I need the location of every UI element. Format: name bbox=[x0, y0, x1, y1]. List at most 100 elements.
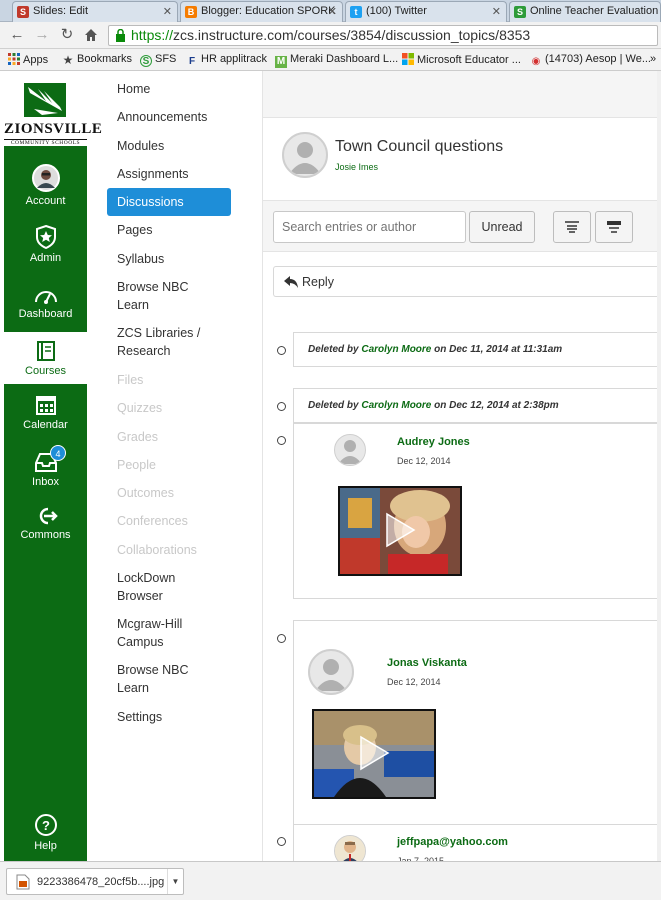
global-nav-help[interactable]: ? Help bbox=[4, 813, 87, 852]
global-nav-label: Courses bbox=[25, 365, 66, 377]
bookmark-apps[interactable]: Apps bbox=[8, 53, 48, 66]
help-icon: ? bbox=[34, 814, 57, 836]
entry-author-avatar[interactable] bbox=[334, 434, 366, 466]
browser-tab-slides[interactable]: S Slides: Edit ✕ bbox=[12, 1, 178, 22]
discussion-content: Town Council questions Josie Imes Unread… bbox=[262, 71, 661, 867]
course-nav-modules[interactable]: Modules bbox=[107, 137, 231, 155]
play-icon bbox=[360, 735, 390, 771]
topic-title: Town Council questions bbox=[335, 138, 504, 155]
bookmark-aesop[interactable]: ◉ (14703) Aesop | We... bbox=[530, 53, 651, 68]
course-nav-browse-nbc-learn-2[interactable]: Browse NBC Learn bbox=[107, 661, 207, 697]
course-nav-home[interactable]: Home bbox=[107, 80, 231, 98]
course-nav-mcgraw-hill-campus[interactable]: Mcgraw-Hill Campus bbox=[107, 615, 207, 651]
global-nav-commons[interactable]: Commons bbox=[4, 506, 87, 541]
global-nav-dashboard[interactable]: Dashboard bbox=[4, 285, 87, 320]
home-icon[interactable] bbox=[82, 26, 100, 44]
microsoft-icon bbox=[402, 53, 414, 65]
course-nav-conferences[interactable]: Conferences bbox=[107, 512, 231, 530]
course-nav-zcs-libraries[interactable]: ZCS Libraries / Research bbox=[107, 324, 217, 360]
default-avatar-icon bbox=[338, 440, 362, 464]
global-nav-account[interactable]: Account bbox=[4, 164, 87, 207]
browser-tab-teacher-eval[interactable]: S Online Teacher Evaluation bbox=[509, 1, 661, 22]
eagle-logo-icon bbox=[24, 83, 66, 117]
search-entries-input[interactable] bbox=[273, 211, 466, 243]
course-nav-discussions[interactable]: Discussions bbox=[107, 188, 231, 216]
global-nav-courses[interactable]: Courses bbox=[4, 333, 87, 383]
download-menu-caret-icon[interactable]: ▼ bbox=[167, 869, 183, 894]
entry-bullet bbox=[277, 634, 286, 643]
shield-star-icon bbox=[35, 225, 56, 249]
entry-author-name[interactable]: jeffpapa@yahoo.com bbox=[397, 836, 508, 848]
video-thumbnail[interactable] bbox=[338, 486, 462, 576]
course-nav-files[interactable]: Files bbox=[107, 371, 231, 389]
bookmark-label: SFS bbox=[155, 53, 177, 65]
global-nav-label: Calendar bbox=[23, 419, 68, 431]
course-nav-assignments[interactable]: Assignments bbox=[107, 165, 231, 183]
reload-icon[interactable]: ↻ bbox=[58, 26, 76, 44]
brand-name: ZIONSVILLE bbox=[4, 121, 103, 137]
bookmark-hr-applitrack[interactable]: F HR applitrack bbox=[186, 53, 267, 68]
course-nav-lockdown-browser[interactable]: LockDown Browser bbox=[107, 569, 207, 605]
url-protocol: https:// bbox=[131, 27, 174, 43]
expand-replies-button[interactable] bbox=[595, 211, 633, 243]
window-scroll-edge bbox=[657, 71, 661, 861]
entry-author-name[interactable]: Audrey Jones bbox=[397, 436, 470, 448]
course-nav-browse-nbc-learn[interactable]: Browse NBC Learn bbox=[107, 278, 207, 314]
deleted-entry: Deleted by Carolyn Moore on Dec 12, 2014… bbox=[293, 388, 661, 423]
apps-grid-icon bbox=[8, 53, 20, 65]
forward-arrow-icon[interactable]: → bbox=[33, 26, 51, 44]
entry-author-avatar[interactable] bbox=[308, 649, 354, 695]
course-nav-grades[interactable]: Grades bbox=[107, 428, 231, 446]
book-icon bbox=[36, 341, 55, 361]
course-nav-syllabus[interactable]: Syllabus bbox=[107, 250, 231, 268]
tab-title: Blogger: Education SPORK bbox=[201, 5, 336, 17]
url-path: zcs.instructure.com/courses/3854/discuss… bbox=[173, 27, 531, 43]
entry-bullet bbox=[277, 837, 286, 846]
topic-author-link[interactable]: Josie Imes bbox=[335, 162, 378, 172]
entry-author-name[interactable]: Jonas Viskanta bbox=[387, 657, 467, 669]
global-nav-label: Commons bbox=[20, 529, 71, 541]
course-nav-announcements[interactable]: Announcements bbox=[107, 108, 231, 126]
browser-tab-twitter[interactable]: t (100) Twitter ✕ bbox=[345, 1, 507, 22]
global-nav-admin[interactable]: Admin bbox=[4, 225, 87, 264]
global-nav-calendar[interactable]: Calendar bbox=[4, 394, 87, 431]
download-item[interactable]: 9223386478_20cf5b....jpg ▼ bbox=[6, 868, 184, 895]
course-nav-quizzes[interactable]: Quizzes bbox=[107, 399, 231, 417]
reply-arrow-icon bbox=[284, 276, 298, 288]
course-nav-people[interactable]: People bbox=[107, 456, 231, 474]
play-icon bbox=[386, 512, 416, 548]
collapse-replies-button[interactable] bbox=[553, 211, 591, 243]
deleted-by-user[interactable]: Carolyn Moore bbox=[361, 400, 431, 411]
browser-tab-blogger[interactable]: B Blogger: Education SPORK ✕ bbox=[180, 1, 343, 22]
tab-close-icon[interactable]: ✕ bbox=[328, 5, 337, 18]
collapse-lines-icon bbox=[565, 221, 579, 233]
course-nav-collaborations[interactable]: Collaborations bbox=[107, 541, 231, 559]
lock-icon bbox=[116, 29, 125, 42]
deleted-entry: Deleted by Carolyn Moore on Dec 11, 2014… bbox=[293, 332, 661, 367]
address-bar[interactable]: https://zcs.instructure.com/courses/3854… bbox=[108, 25, 658, 46]
bookmark-microsoft-educator[interactable]: Microsoft Educator ... bbox=[402, 53, 521, 66]
course-nav-settings[interactable]: Settings bbox=[107, 708, 231, 726]
topic-author-avatar[interactable] bbox=[282, 132, 328, 178]
bookmarks-overflow-chevron-icon[interactable]: » bbox=[650, 53, 656, 65]
video-thumbnail[interactable] bbox=[312, 709, 436, 799]
bookmark-sfs[interactable]: S SFS bbox=[140, 53, 176, 67]
tab-close-icon[interactable]: ✕ bbox=[163, 5, 172, 18]
tab-close-icon[interactable]: ✕ bbox=[492, 5, 501, 18]
course-nav-pages[interactable]: Pages bbox=[107, 221, 231, 239]
reply-button[interactable]: Reply bbox=[273, 266, 661, 297]
bookmark-meraki[interactable]: M Meraki Dashboard L... bbox=[275, 53, 398, 68]
global-nav-label: Dashboard bbox=[18, 308, 73, 320]
flag-icon: F bbox=[188, 56, 196, 67]
zionsville-logo[interactable]: ZIONSVILLE COMMUNITY SCHOOLS bbox=[4, 77, 103, 147]
global-nav-inbox[interactable]: 4 Inbox bbox=[4, 445, 87, 488]
inbox-unread-badge: 4 bbox=[50, 445, 66, 461]
global-nav-label: Inbox bbox=[32, 476, 59, 488]
course-nav-outcomes[interactable]: Outcomes bbox=[107, 484, 231, 502]
bookmark-bookmarks[interactable]: ★ Bookmarks bbox=[62, 53, 132, 66]
unread-filter-button[interactable]: Unread bbox=[469, 211, 535, 243]
bookmark-label: HR applitrack bbox=[201, 53, 268, 65]
back-arrow-icon[interactable]: ← bbox=[8, 26, 26, 44]
deleted-by-user[interactable]: Carolyn Moore bbox=[361, 344, 431, 355]
global-navigation: ZIONSVILLE COMMUNITY SCHOOLS Account Adm… bbox=[4, 71, 103, 861]
